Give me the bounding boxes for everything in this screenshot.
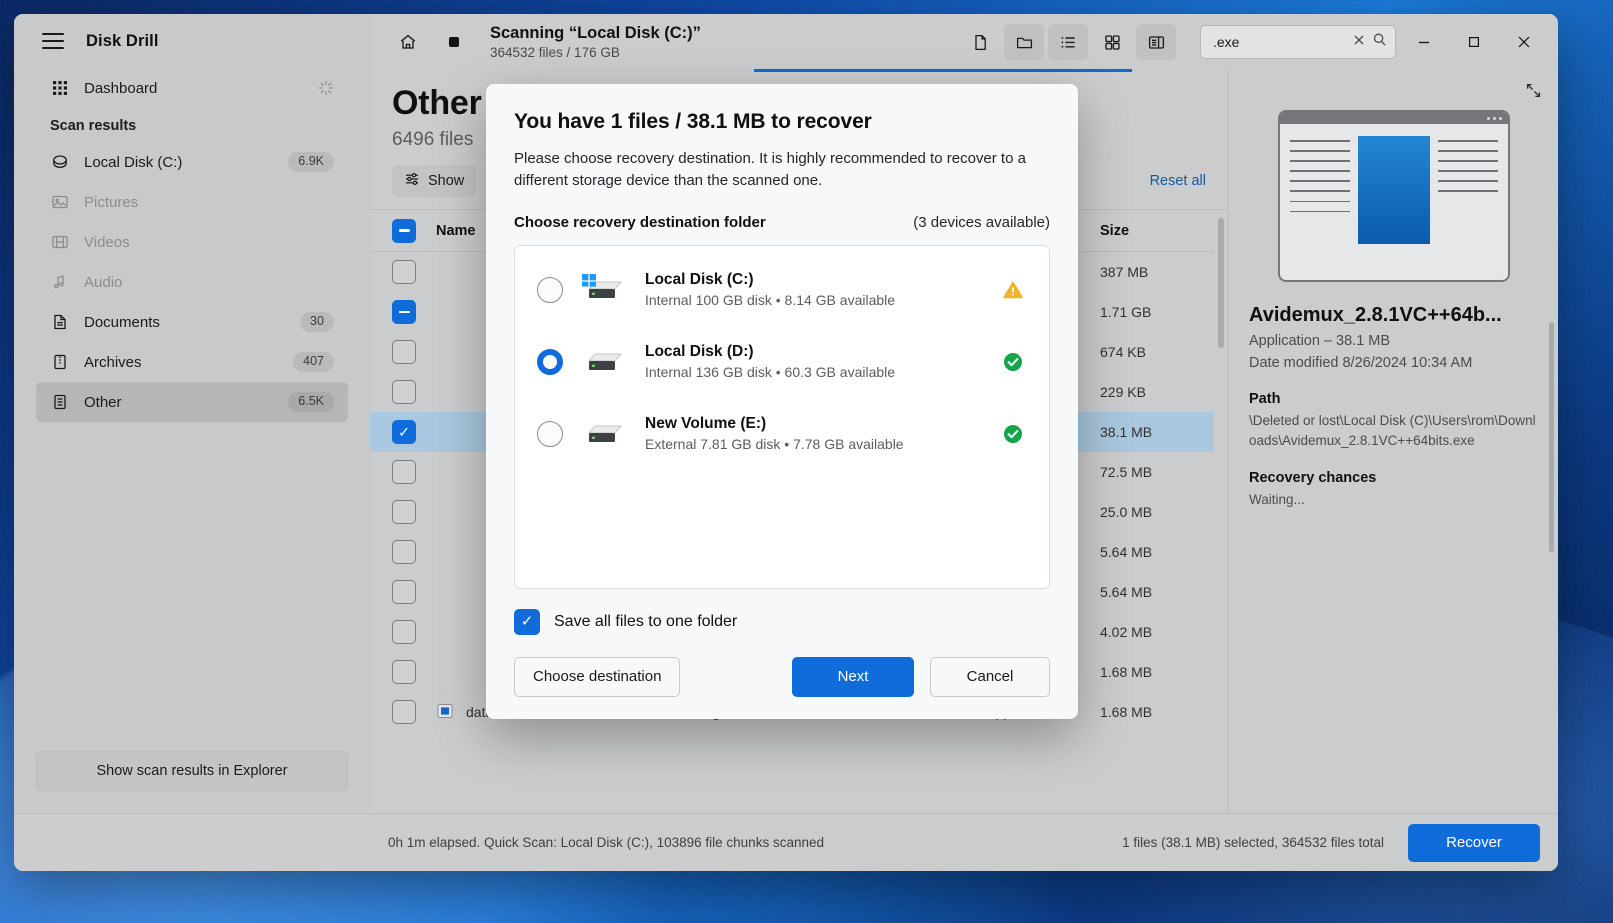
device-meta: External 7.81 GB disk • 7.78 GB availabl… (645, 436, 981, 452)
dialog-subheader: Choose recovery destination folder (3 de… (514, 214, 1050, 231)
recovery-destination-dialog: You have 1 files / 38.1 MB to recover Pl… (486, 84, 1078, 719)
device-option-local-disk-c[interactable]: Local Disk (C:) Internal 100 GB disk • 8… (515, 254, 1049, 326)
device-text: Local Disk (D:) Internal 136 GB disk • 6… (645, 343, 981, 380)
modal-overlay: You have 1 files / 38.1 MB to recover Pl… (14, 14, 1558, 871)
disk-drill-window: Disk Drill Dashboard (14, 14, 1558, 871)
next-button[interactable]: Next (792, 657, 914, 697)
warning-icon (999, 279, 1027, 301)
device-radio[interactable] (537, 277, 563, 303)
device-meta: Internal 100 GB disk • 8.14 GB available (645, 292, 981, 308)
device-text: Local Disk (C:) Internal 100 GB disk • 8… (645, 271, 981, 308)
device-text: New Volume (E:) External 7.81 GB disk • … (645, 415, 981, 452)
cancel-button[interactable]: Cancel (930, 657, 1050, 697)
dialog-primary-actions: Next Cancel (792, 657, 1050, 697)
check-circle-icon (999, 423, 1027, 445)
device-radio[interactable] (537, 421, 563, 447)
dialog-subheader-label: Choose recovery destination folder (514, 214, 766, 231)
save-all-checkbox[interactable]: ✓ (514, 609, 540, 635)
choose-destination-button[interactable]: Choose destination (514, 657, 680, 697)
hard-drive-icon (581, 345, 627, 379)
device-option-local-disk-d[interactable]: Local Disk (D:) Internal 136 GB disk • 6… (515, 326, 1049, 398)
device-name: Local Disk (C:) (645, 271, 981, 289)
dialog-actions: Choose destination Next Cancel (514, 657, 1050, 697)
dialog-description: Please choose recovery destination. It i… (514, 148, 1050, 192)
device-name: Local Disk (D:) (645, 343, 981, 361)
device-option-new-volume-e[interactable]: New Volume (E:) External 7.81 GB disk • … (515, 398, 1049, 470)
save-all-row: ✓ Save all files to one folder (514, 609, 1050, 635)
hard-drive-icon (581, 417, 627, 451)
dialog-devices-count: (3 devices available) (913, 214, 1050, 231)
device-name: New Volume (E:) (645, 415, 981, 433)
hard-drive-icon (581, 273, 627, 307)
check-circle-icon (999, 351, 1027, 373)
dialog-title: You have 1 files / 38.1 MB to recover (514, 110, 1050, 134)
device-meta: Internal 136 GB disk • 60.3 GB available (645, 364, 981, 380)
save-all-label: Save all files to one folder (554, 613, 737, 631)
device-list: Local Disk (C:) Internal 100 GB disk • 8… (514, 245, 1050, 589)
device-radio[interactable] (537, 349, 563, 375)
